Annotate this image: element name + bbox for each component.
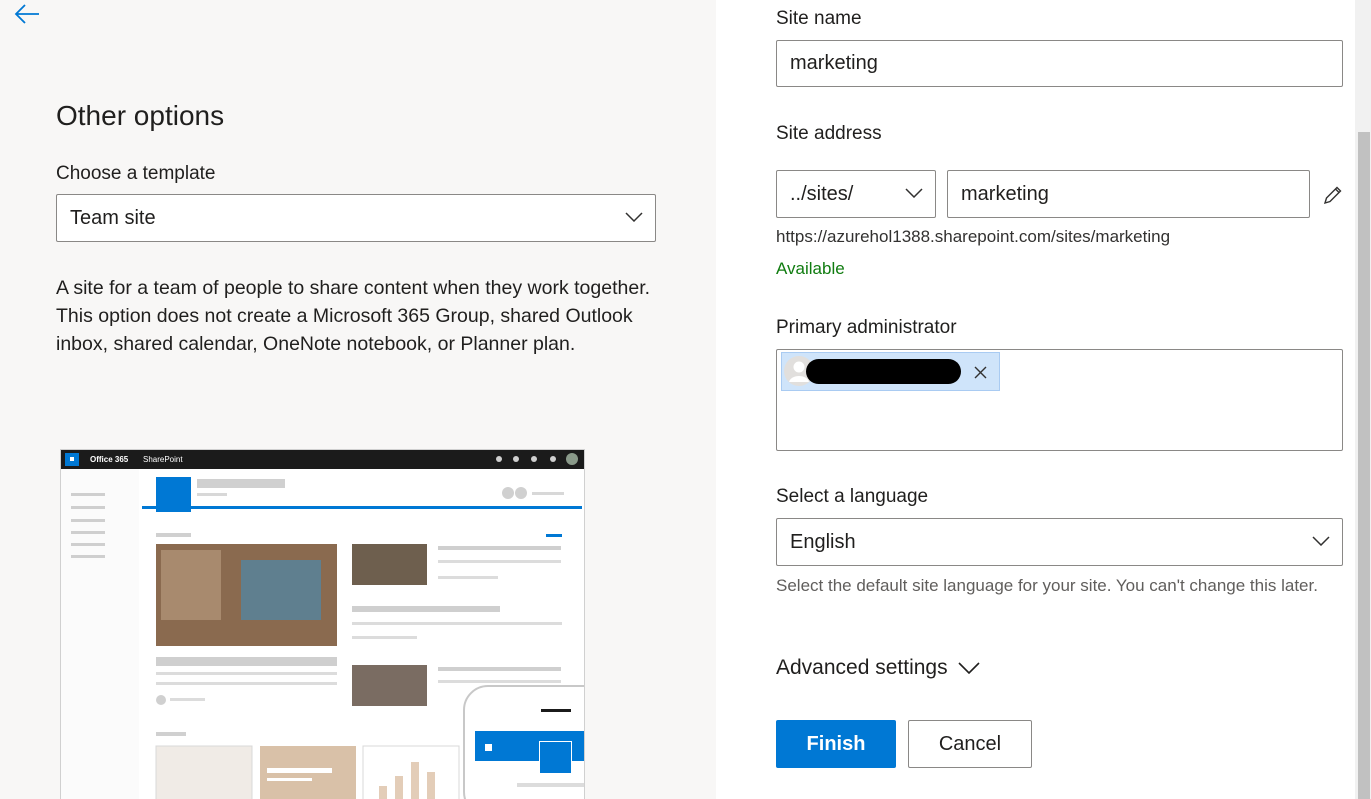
cancel-button[interactable]: Cancel — [908, 720, 1032, 768]
chevron-down-icon — [958, 662, 980, 674]
language-value: English — [790, 530, 856, 553]
scrollbar-thumb[interactable] — [1358, 132, 1370, 799]
language-dropdown[interactable]: English — [776, 518, 1343, 566]
chevron-down-icon — [905, 188, 923, 198]
remove-icon[interactable] — [974, 366, 987, 379]
site-name-label: Site name — [776, 8, 862, 29]
site-address-prefix-dropdown[interactable]: ../sites/ — [776, 170, 936, 218]
back-button[interactable] — [12, 2, 42, 28]
chevron-down-icon — [625, 212, 643, 222]
site-address-input[interactable]: marketing — [947, 170, 1310, 218]
page-heading: Other options — [56, 100, 225, 131]
language-label: Select a language — [776, 486, 929, 507]
template-label: Choose a template — [56, 163, 216, 184]
template-dropdown[interactable]: Team site — [56, 194, 656, 242]
template-value: Team site — [70, 206, 156, 229]
site-address-prefix: ../sites/ — [790, 182, 854, 205]
site-url: https://azurehol1388.sharepoint.com/site… — [776, 227, 1171, 246]
redacted-name — [806, 359, 961, 384]
availability-status: Available — [776, 259, 845, 278]
site-name-input[interactable]: marketing — [776, 40, 1343, 87]
preview-brand-label: Office 365 — [90, 455, 129, 464]
preview-app-label: SharePoint — [143, 455, 183, 464]
template-preview-image: Office 365 SharePoint — [60, 449, 585, 799]
site-name-value: marketing — [790, 52, 878, 74]
advanced-settings-label: Advanced settings — [776, 656, 948, 679]
site-address-label: Site address — [776, 123, 882, 144]
site-address-value: marketing — [961, 182, 1049, 205]
chevron-down-icon — [1312, 536, 1330, 546]
finish-button[interactable]: Finish — [776, 720, 896, 768]
edit-pencil-icon[interactable] — [1322, 184, 1344, 206]
language-hint: Select the default site language for you… — [776, 576, 1318, 595]
primary-admin-label: Primary administrator — [776, 317, 957, 338]
template-pane: Other options Choose a template Team sit… — [0, 0, 716, 799]
back-arrow-icon — [14, 4, 39, 24]
admin-persona-chip — [781, 352, 1000, 391]
template-description: A site for a team of people to share con… — [56, 277, 651, 355]
advanced-settings-toggle[interactable]: Advanced settings — [776, 656, 980, 680]
